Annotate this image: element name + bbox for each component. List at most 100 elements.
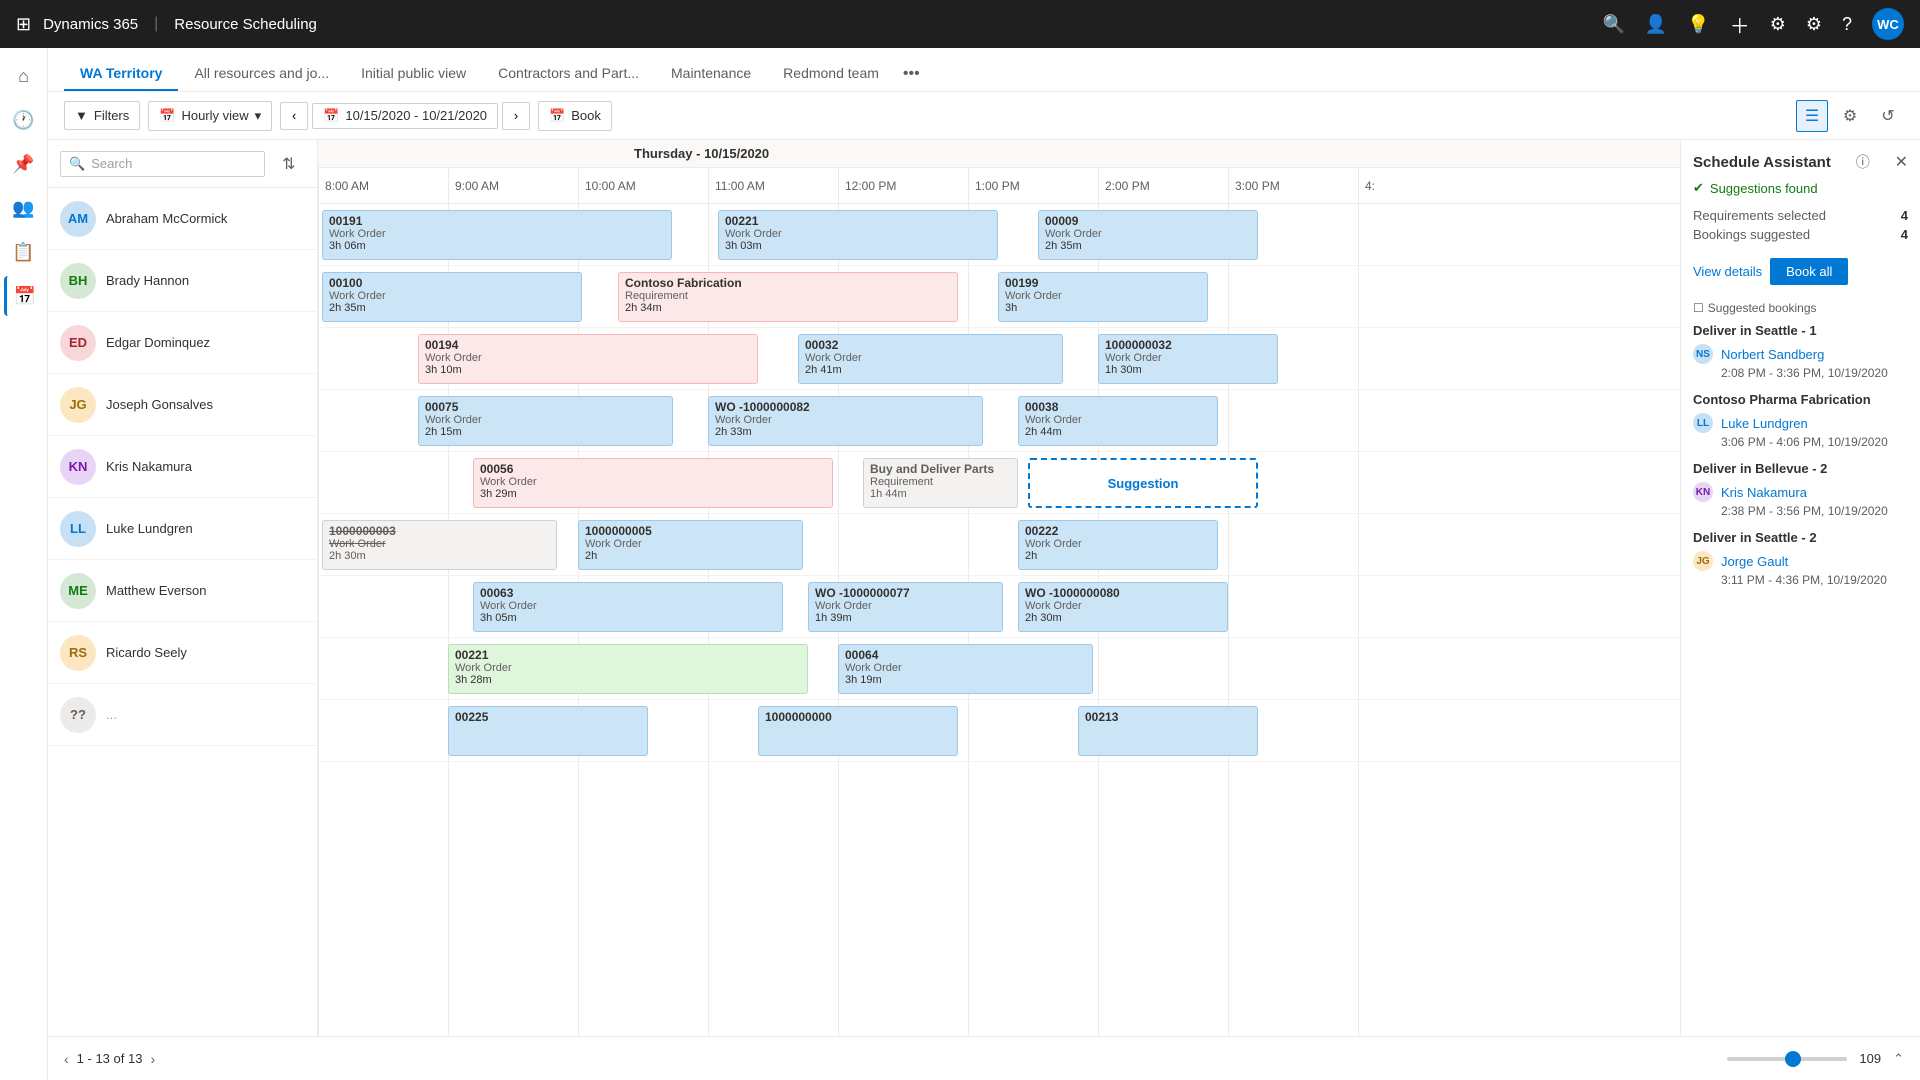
booking-1000000003[interactable]: 1000000003 Work Order 2h 30m xyxy=(322,520,557,570)
module-label: Resource Scheduling xyxy=(174,16,317,33)
book-all-button[interactable]: Book all xyxy=(1770,258,1848,285)
avatar-7: RS xyxy=(60,635,96,671)
search-row: 🔍 Search ⇅ xyxy=(48,140,317,188)
sidebar-item-people[interactable]: 👥 xyxy=(4,188,44,228)
timeline-row-2: 00194 Work Order 3h 10m 00032 Work Order… xyxy=(318,328,1680,390)
search-box[interactable]: 🔍 Search xyxy=(60,151,265,177)
resource-row-8: ?? ... xyxy=(48,684,317,746)
booking-00191[interactable]: 00191 Work Order 3h 06m xyxy=(322,210,672,260)
booking-00221-0[interactable]: 00221 Work Order 3h 03m xyxy=(718,210,998,260)
filters-button[interactable]: ▼ Filters xyxy=(64,101,140,130)
sa-close-button[interactable]: ✕ xyxy=(1895,152,1908,172)
suggestion-person-2: KN Kris Nakamura xyxy=(1693,482,1908,502)
book-button[interactable]: 📅 Book xyxy=(538,101,612,131)
booking-00222[interactable]: 00222 Work Order 2h xyxy=(1018,520,1218,570)
settings-icon[interactable]: ⚙ xyxy=(1806,14,1822,35)
brand-label: Dynamics 365 xyxy=(43,16,138,33)
user-avatar[interactable]: WC xyxy=(1872,8,1904,40)
tab-initial-public-view[interactable]: Initial public view xyxy=(345,57,482,91)
hourly-view-button[interactable]: 📅 Hourly view ▾ xyxy=(148,101,272,131)
booking-00038[interactable]: 00038 Work Order 2h 44m xyxy=(1018,396,1218,446)
refresh-button[interactable]: ↺ xyxy=(1872,100,1904,132)
sa-stat-requirements: Requirements selected 4 xyxy=(1693,208,1908,223)
booking-00064[interactable]: 00064 Work Order 3h 19m xyxy=(838,644,1093,694)
booking-wo1000000080[interactable]: WO -1000000080 Work Order 2h 30m xyxy=(1018,582,1228,632)
sidebar-item-activities[interactable]: 📋 xyxy=(4,232,44,272)
booking-00056[interactable]: 00056 Work Order 3h 29m xyxy=(473,458,833,508)
toolbar: ▼ Filters 📅 Hourly view ▾ ‹ 📅 10/15/2020… xyxy=(48,92,1920,140)
tab-wa-territory[interactable]: WA Territory xyxy=(64,57,178,91)
sa-info-icon[interactable]: ⓘ xyxy=(1856,152,1870,172)
sidebar-item-pinned[interactable]: 📌 xyxy=(4,144,44,184)
suggestion-person-3: JG Jorge Gault xyxy=(1693,551,1908,571)
booking-wo1000000082[interactable]: WO -1000000082 Work Order 2h 33m xyxy=(708,396,983,446)
sort-button[interactable]: ⇅ xyxy=(273,148,305,180)
top-navigation: ⊞ Dynamics 365 | Resource Scheduling 🔍 👤… xyxy=(0,0,1920,48)
date-navigation: ‹ 📅 10/15/2020 - 10/21/2020 › xyxy=(280,102,530,130)
app-grid-icon[interactable]: ⊞ xyxy=(16,14,31,35)
sidebar-item-recent[interactable]: 🕐 xyxy=(4,100,44,140)
booking-00063[interactable]: 00063 Work Order 3h 05m xyxy=(473,582,783,632)
sa-section-title: ☐ Suggested bookings xyxy=(1693,301,1908,315)
booking-1000000005[interactable]: 1000000005 Work Order 2h xyxy=(578,520,803,570)
tab-redmond-team[interactable]: Redmond team xyxy=(767,57,895,91)
next-date-button[interactable]: › xyxy=(502,102,530,130)
tab-maintenance[interactable]: Maintenance xyxy=(655,57,767,91)
suggestion-card-0: Deliver in Seattle - 1 NS Norbert Sandbe… xyxy=(1693,323,1908,380)
booking-00075[interactable]: 00075 Work Order 2h 15m xyxy=(418,396,673,446)
tab-contractors[interactable]: Contractors and Part... xyxy=(482,57,655,91)
booking-buy-deliver[interactable]: Buy and Deliver Parts Requirement 1h 44m xyxy=(863,458,1018,508)
booking-00009[interactable]: 00009 Work Order 2h 35m xyxy=(1038,210,1258,260)
pagination-label: 1 - 13 of 13 xyxy=(77,1051,143,1066)
booking-00225[interactable]: 00225 xyxy=(448,706,648,756)
collapse-button[interactable]: ⌃ xyxy=(1893,1051,1904,1067)
view-details-button[interactable]: View details xyxy=(1693,258,1762,285)
zoom-slider[interactable] xyxy=(1727,1057,1847,1061)
tab-more-button[interactable]: ••• xyxy=(895,57,928,91)
booking-00032[interactable]: 00032 Work Order 2h 41m xyxy=(798,334,1063,384)
sidebar-item-calendar[interactable]: 📅 xyxy=(4,276,44,316)
time-header: 8:00 AM 9:00 AM 10:00 AM 11:00 AM 12:00 … xyxy=(318,168,1680,204)
prev-date-button[interactable]: ‹ xyxy=(280,102,308,130)
lightbulb-icon[interactable]: 💡 xyxy=(1687,14,1709,35)
booking-contoso-fab[interactable]: Contoso Fabrication Requirement 2h 34m xyxy=(618,272,958,322)
resource-name-8: ... xyxy=(106,707,117,722)
contact-icon[interactable]: 👤 xyxy=(1645,14,1667,35)
booking-suggestion[interactable]: Suggestion xyxy=(1028,458,1258,508)
booking-00213[interactable]: 00213 xyxy=(1078,706,1258,756)
timeline-row-3: 00075 Work Order 2h 15m WO -1000000082 W… xyxy=(318,390,1680,452)
timeline-row-5: 1000000003 Work Order 2h 30m 1000000005 … xyxy=(318,514,1680,576)
booking-1000000000[interactable]: 1000000000 xyxy=(758,706,958,756)
booking-1000000032[interactable]: 1000000032 Work Order 1h 30m xyxy=(1098,334,1278,384)
booking-00100[interactable]: 00100 Work Order 2h 35m xyxy=(322,272,582,322)
booking-00194[interactable]: 00194 Work Order 3h 10m xyxy=(418,334,758,384)
filter-icon[interactable]: ⚙ xyxy=(1770,14,1786,35)
booking-00199[interactable]: 00199 Work Order 3h xyxy=(998,272,1208,322)
search-icon[interactable]: 🔍 xyxy=(1602,14,1624,35)
next-page-button[interactable]: › xyxy=(150,1051,155,1067)
sa-header: Schedule Assistant ⓘ ✕ xyxy=(1693,152,1908,172)
resource-name-6: Matthew Everson xyxy=(106,583,206,598)
tab-all-resources[interactable]: All resources and jo... xyxy=(178,57,345,91)
sidebar-item-home[interactable]: ⌂ xyxy=(4,56,44,96)
zoom-thumb[interactable] xyxy=(1785,1051,1801,1067)
schedule-assistant-panel: Schedule Assistant ⓘ ✕ ✔ Suggestions fou… xyxy=(1680,140,1920,1036)
help-icon[interactable]: ? xyxy=(1842,14,1852,35)
list-view-button[interactable]: ☰ xyxy=(1796,100,1828,132)
prev-page-button[interactable]: ‹ xyxy=(64,1051,69,1067)
date-header: Thursday - 10/15/2020 xyxy=(318,140,1680,168)
suggestion-person-1: LL Luke Lundgren xyxy=(1693,413,1908,433)
timeline-row-4: 00056 Work Order 3h 29m Buy and Deliver … xyxy=(318,452,1680,514)
booking-00221-seely[interactable]: 00221 Work Order 3h 28m xyxy=(448,644,808,694)
calendar-icon2: 📅 xyxy=(323,108,339,124)
resource-row-2: ED Edgar Dominquez xyxy=(48,312,317,374)
timeline-row-7: 00221 Work Order 3h 28m 00064 Work Order… xyxy=(318,638,1680,700)
mini-avatar-2: KN xyxy=(1693,482,1713,502)
date-range-display: 📅 10/15/2020 - 10/21/2020 xyxy=(312,103,498,129)
booking-wo1000000077[interactable]: WO -1000000077 Work Order 1h 39m xyxy=(808,582,1003,632)
settings-view-button[interactable]: ⚙ xyxy=(1834,100,1866,132)
add-icon[interactable]: ＋ xyxy=(1730,10,1750,39)
search-icon: 🔍 xyxy=(69,156,85,172)
calendar-book-icon: 📅 xyxy=(549,108,565,124)
suggestion-card-2: Deliver in Bellevue - 2 KN Kris Nakamura… xyxy=(1693,461,1908,518)
